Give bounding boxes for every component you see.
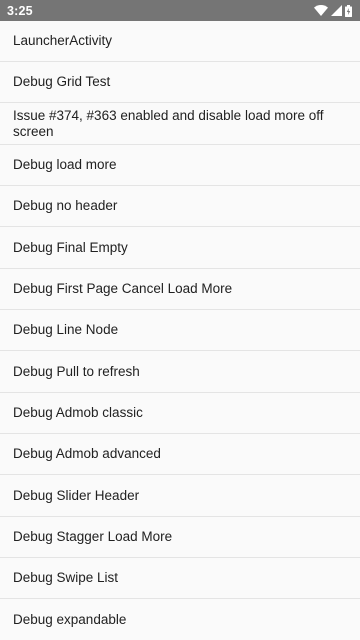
list-item-debug-pull-to-refresh[interactable]: Debug Pull to refresh xyxy=(0,351,360,393)
battery-charging-icon xyxy=(345,4,352,17)
list-item-label: Debug Pull to refresh xyxy=(13,363,140,379)
status-time: 3:25 xyxy=(7,3,33,18)
wifi-icon xyxy=(314,5,328,16)
cellular-signal-icon xyxy=(331,5,342,16)
list-item-debug-load-more[interactable]: Debug load more xyxy=(0,145,360,186)
list-item-label: Debug no header xyxy=(13,198,118,213)
list-item-debug-grid-test[interactable]: Debug Grid Test xyxy=(0,62,360,103)
list-item-debug-swipe-list[interactable]: Debug Swipe List xyxy=(0,558,360,599)
activity-list[interactable]: LauncherActivity Debug Grid Test Issue #… xyxy=(0,21,360,640)
list-item-label: Debug First Page Cancel Load More xyxy=(13,281,233,296)
list-item-label: Debug expandable xyxy=(13,611,127,627)
list-item-debug-admob-advanced[interactable]: Debug Admob advanced xyxy=(0,434,360,475)
list-item-issue-374-363[interactable]: Issue #374, #363 enabled and disable loa… xyxy=(0,103,360,145)
list-item-label: Debug Stagger Load More xyxy=(13,529,173,544)
status-bar: 3:25 xyxy=(0,0,360,21)
list-item-debug-stagger-load-more[interactable]: Debug Stagger Load More xyxy=(0,517,360,558)
list-item-label: Issue #374, #363 enabled and disable loa… xyxy=(13,107,324,139)
list-item-label: Debug Swipe List xyxy=(13,570,119,585)
list-item-debug-final-empty[interactable]: Debug Final Empty xyxy=(0,227,360,269)
status-icons xyxy=(314,0,352,21)
list-item-label: Debug Slider Header xyxy=(13,487,140,503)
list-item-label: Debug Final Empty xyxy=(13,239,128,255)
list-item-launcher-activity[interactable]: LauncherActivity xyxy=(0,21,360,62)
list-item-label: Debug load more xyxy=(13,157,117,172)
list-item-label: Debug Admob advanced xyxy=(13,446,161,461)
list-item-debug-admob-classic[interactable]: Debug Admob classic xyxy=(0,393,360,434)
list-item-debug-slider-header[interactable]: Debug Slider Header xyxy=(0,475,360,517)
list-item-label: Debug Line Node xyxy=(13,322,119,337)
list-item-label: Debug Admob classic xyxy=(13,405,143,420)
list-item-debug-first-page-cancel-load-more[interactable]: Debug First Page Cancel Load More xyxy=(0,269,360,310)
list-item-debug-expandable[interactable]: Debug expandable xyxy=(0,599,360,640)
list-item-label: Debug Grid Test xyxy=(13,74,111,89)
list-item-debug-no-header[interactable]: Debug no header xyxy=(0,186,360,227)
list-item-label: LauncherActivity xyxy=(13,33,113,48)
list-item-debug-line-node[interactable]: Debug Line Node xyxy=(0,310,360,351)
